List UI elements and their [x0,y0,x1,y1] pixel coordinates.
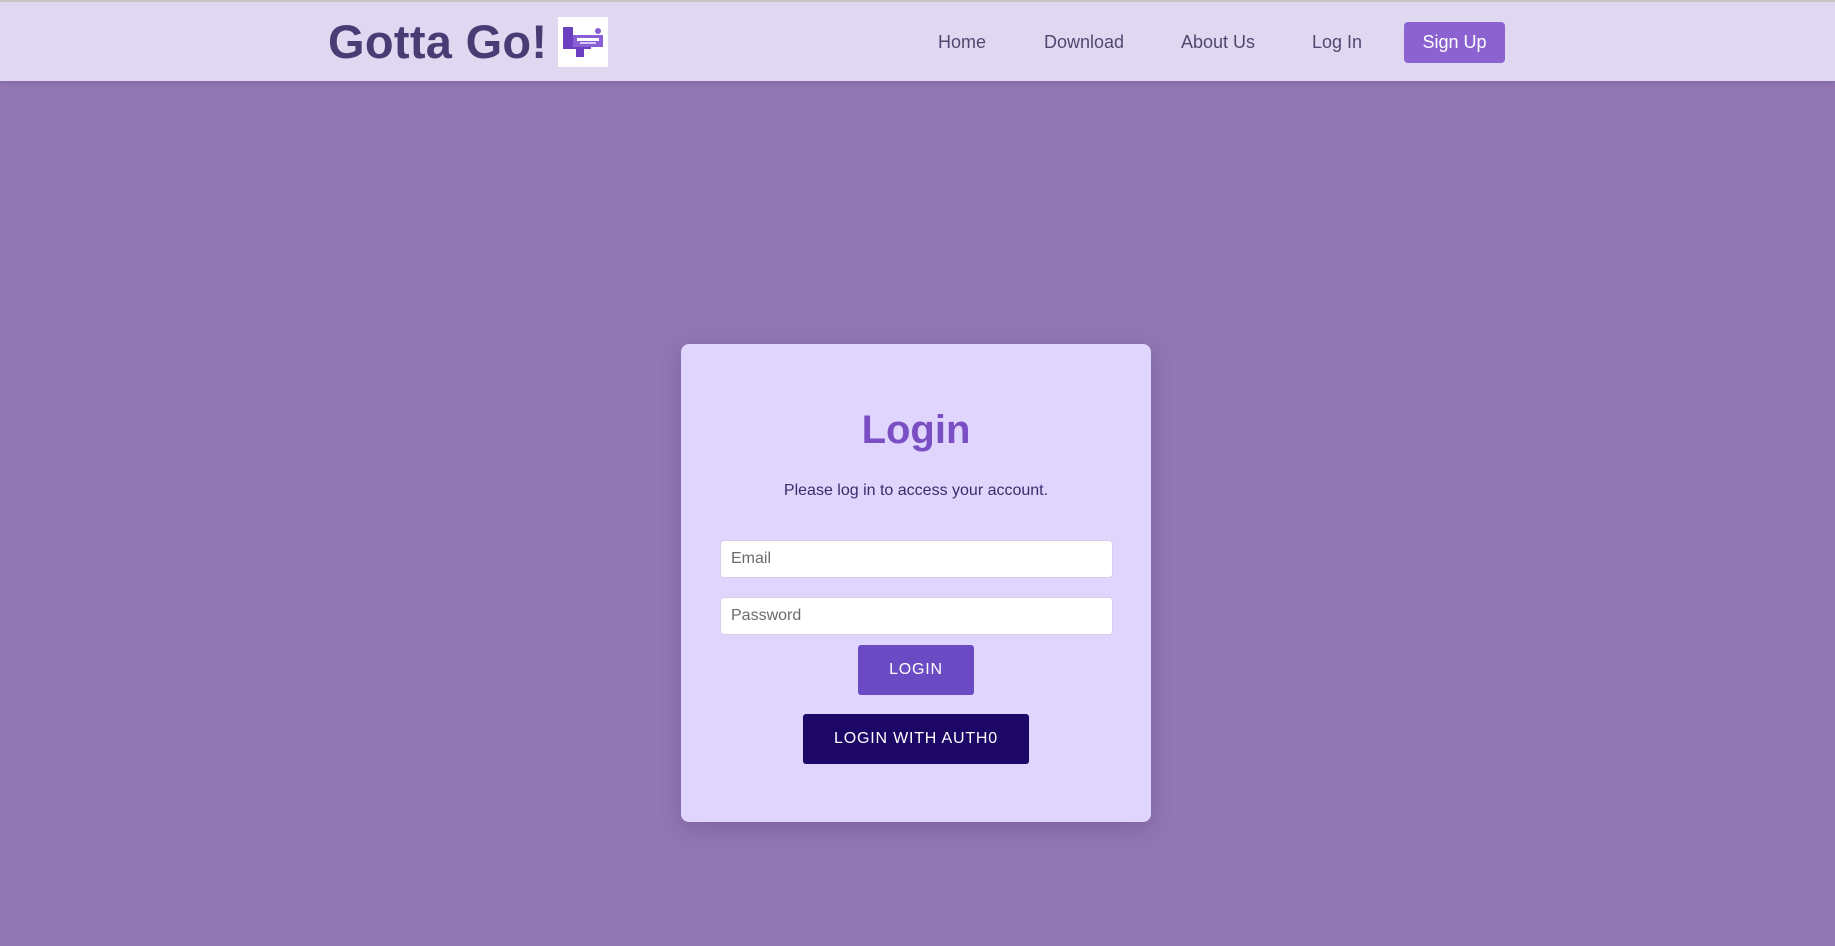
login-card: Login Please log in to access your accou… [681,344,1151,822]
password-field[interactable] [720,597,1113,635]
navbar: Gotta Go! Home Download About Us Log In … [0,2,1835,81]
nav-home[interactable]: Home [938,32,986,53]
sign-up-button[interactable]: Sign Up [1404,22,1505,63]
login-title: Login [861,408,971,452]
nav-about-us[interactable]: About Us [1181,32,1255,53]
email-field[interactable] [720,540,1113,578]
nav-links: Home Download About Us Log In Sign Up [0,2,1835,81]
login-subtitle: Please log in to access your account. [783,482,1049,499]
login-button[interactable]: LOGIN [858,645,974,695]
nav-download[interactable]: Download [1044,32,1124,53]
nav-log-in[interactable]: Log In [1312,32,1362,53]
login-with-auth0-button[interactable]: LOGIN WITH AUTH0 [803,714,1029,764]
